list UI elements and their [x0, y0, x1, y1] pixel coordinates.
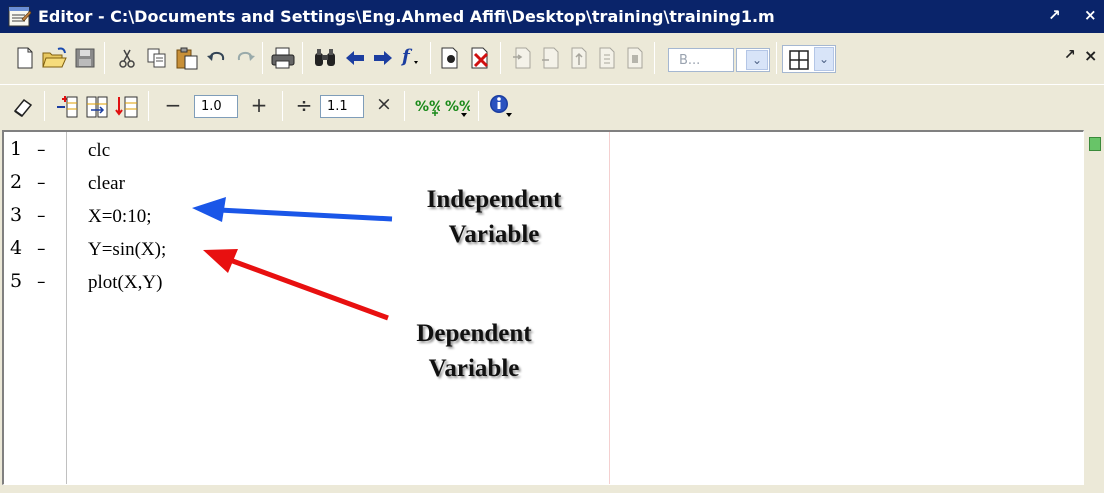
breakpoint-marker[interactable]: –: [37, 140, 46, 160]
line-number: 4: [10, 237, 23, 259]
line-number: 1: [10, 138, 23, 160]
stack-combo[interactable]: B...: [668, 48, 734, 72]
cut-icon[interactable]: [112, 43, 142, 73]
independent-arrow: [192, 197, 393, 222]
line-number: 2: [10, 171, 23, 193]
layout-dropdown-icon: ⌄: [814, 47, 834, 71]
breakpoint-marker[interactable]: –: [37, 272, 46, 292]
open-folder-icon[interactable]: [40, 43, 70, 73]
breakpoint-marker[interactable]: –: [37, 206, 46, 226]
cell-toolbar: − 1.0 + ÷ 1.1 × %% %%: [0, 84, 1104, 130]
code-line[interactable]: clear: [88, 173, 125, 195]
dependent-arrow: [203, 249, 389, 321]
close-window-button[interactable]: ×: [1084, 6, 1097, 24]
print-icon[interactable]: [268, 43, 298, 73]
main-toolbar: f B... ⌄ ⌄ ↗ ×: [0, 33, 1104, 84]
code-line[interactable]: clc: [88, 140, 110, 162]
svg-text:f: f: [400, 46, 413, 67]
line-number: 5: [10, 270, 23, 292]
code-editor[interactable]: 1 – clc 2 – clear 3 – X=0:10; 4 – Y=sin(…: [2, 130, 1084, 485]
undock-window-button[interactable]: ↗: [1048, 6, 1061, 24]
copy-icon[interactable]: [142, 43, 172, 73]
undock-toolbar-button[interactable]: ↗: [1064, 47, 1076, 63]
step-in-icon: [536, 43, 566, 73]
stack-combo-value: B...: [679, 52, 701, 68]
cell-menu-icon[interactable]: %%: [442, 92, 472, 122]
line-number: 3: [10, 204, 23, 226]
new-file-icon[interactable]: [10, 43, 40, 73]
independent-variable-label: Independent Variable: [426, 186, 562, 248]
clear-breakpoints-icon[interactable]: [466, 43, 496, 73]
decrement-value: 1.0: [201, 99, 222, 114]
redo-icon[interactable]: [230, 43, 260, 73]
stack-combo-dropdown[interactable]: ⌄: [736, 48, 770, 72]
find-binoculars-icon[interactable]: [310, 43, 340, 73]
multiply-button[interactable]: ×: [370, 93, 398, 115]
undo-icon[interactable]: [202, 43, 232, 73]
divide-value: 1.1: [327, 99, 348, 114]
layout-combo[interactable]: ⌄: [782, 45, 836, 73]
close-toolbar-button[interactable]: ×: [1084, 46, 1097, 65]
svg-text:%%: %%: [445, 99, 470, 115]
insert-cell-break-icon[interactable]: [52, 92, 82, 122]
function-icon[interactable]: f: [396, 41, 426, 71]
breakpoint-marker[interactable]: –: [37, 239, 46, 259]
info-icon[interactable]: [486, 91, 516, 121]
chevron-down-icon: ⌄: [746, 50, 768, 70]
right-margin-line: [609, 132, 610, 484]
code-line[interactable]: X=0:10;: [88, 206, 152, 228]
scroll-indicator[interactable]: [1089, 137, 1101, 151]
code-line[interactable]: plot(X,Y): [88, 272, 162, 294]
breakpoint-marker[interactable]: –: [37, 173, 46, 193]
evaluate-advance-icon[interactable]: [112, 92, 142, 122]
evaluate-cell-icon[interactable]: [82, 92, 112, 122]
step-out-icon: [564, 43, 594, 73]
code-line[interactable]: Y=sin(X);: [88, 239, 166, 261]
divide-value-field[interactable]: 1.1: [320, 95, 364, 118]
dependent-variable-label: Dependent Variable: [416, 320, 532, 382]
decrement-value-field[interactable]: 1.0: [194, 95, 238, 118]
increment-button[interactable]: +: [244, 93, 274, 117]
editor-app-icon: [8, 6, 32, 28]
step-icon: [508, 43, 538, 73]
title-bar: Editor - C:\Documents and Settings\Eng.A…: [0, 0, 1104, 33]
eraser-icon[interactable]: [8, 92, 38, 122]
save-icon[interactable]: [70, 43, 100, 73]
decrement-button[interactable]: −: [158, 93, 188, 117]
window-title: Editor - C:\Documents and Settings\Eng.A…: [38, 7, 775, 26]
paste-icon[interactable]: [172, 43, 202, 73]
continue-icon: [592, 43, 622, 73]
insert-cell-divider-icon[interactable]: %%: [412, 92, 442, 122]
exit-debug-icon: [620, 43, 650, 73]
set-breakpoint-icon[interactable]: [436, 43, 466, 73]
divide-button[interactable]: ÷: [290, 93, 318, 117]
go-back-icon[interactable]: [340, 43, 370, 73]
layout-grid-icon: [789, 50, 809, 74]
go-forward-icon[interactable]: [368, 43, 398, 73]
